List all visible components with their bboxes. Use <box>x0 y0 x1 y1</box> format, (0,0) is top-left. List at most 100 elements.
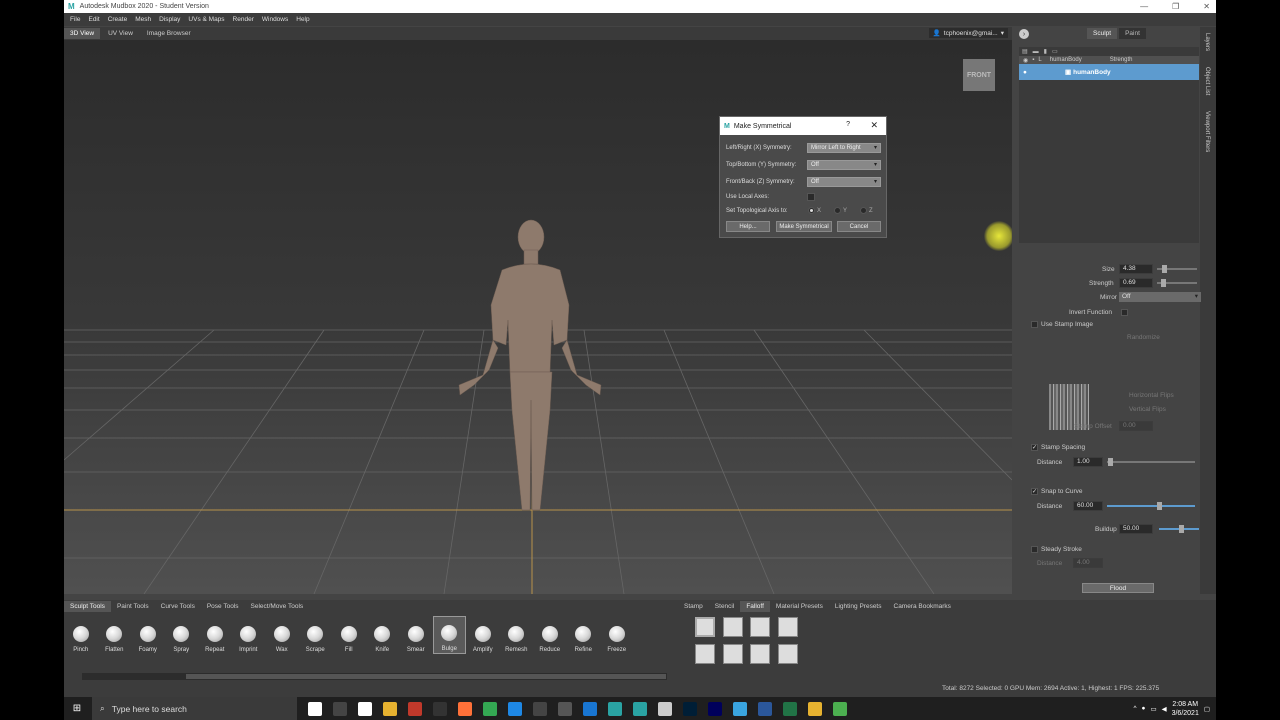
axis-z-radio[interactable]: Z <box>860 207 873 214</box>
user-account-dropdown[interactable]: 👤 tcphoenix@gmai... ▾ <box>928 28 1008 38</box>
volume-icon[interactable]: ◀ <box>1162 705 1167 713</box>
tool-reduce[interactable]: Reduce <box>533 616 567 654</box>
clock[interactable]: 2:08 AM 3/6/2021 <box>1172 700 1199 718</box>
taskbar-app-icon[interactable] <box>808 701 822 716</box>
expand-arrow-icon[interactable]: › <box>1019 29 1029 39</box>
taskbar-app-icon[interactable] <box>433 701 447 716</box>
minimize-icon[interactable]: — <box>1140 2 1148 11</box>
falloff-preset-8[interactable] <box>778 644 798 664</box>
view-cube[interactable]: FRONT <box>963 59 995 91</box>
snap-distance-field[interactable]: 60.00 <box>1073 501 1103 511</box>
tool-smear[interactable]: Smear <box>399 616 433 654</box>
scrollbar-thumb[interactable] <box>186 674 666 679</box>
snap-to-curve-checkbox[interactable]: ✓ <box>1031 488 1038 495</box>
spacing-distance-slider[interactable] <box>1107 458 1195 466</box>
z-symmetry-select[interactable]: Off <box>807 177 881 187</box>
taskbar-app-icon[interactable] <box>758 701 772 716</box>
maximize-icon[interactable]: ❐ <box>1172 2 1179 11</box>
delete-icon[interactable]: ▮ <box>1044 48 1047 55</box>
falloff-preset-4[interactable] <box>778 617 798 637</box>
taskbar-app-icon[interactable] <box>633 701 647 716</box>
taskbar-app-icon[interactable] <box>483 701 497 716</box>
layer-row-selected[interactable]: ● ▣ humanBody <box>1019 64 1199 80</box>
tab-falloff[interactable]: Falloff <box>740 601 770 612</box>
close-icon[interactable]: ✕ <box>870 120 878 131</box>
notifications-icon[interactable]: ▢ <box>1204 705 1210 713</box>
falloff-preset-7[interactable] <box>750 644 770 664</box>
local-axes-checkbox[interactable] <box>807 193 815 201</box>
tool-scrape[interactable]: Scrape <box>299 616 333 654</box>
falloff-preset-3[interactable] <box>750 617 770 637</box>
cancel-button[interactable]: Cancel <box>837 221 881 232</box>
tab-stencil[interactable]: Stencil <box>709 601 741 612</box>
slider-handle[interactable] <box>1157 502 1162 510</box>
flood-button[interactable]: Flood <box>1082 583 1154 593</box>
windows-start-icon[interactable]: ⊞ <box>70 697 84 720</box>
tool-freeze[interactable]: Freeze <box>600 616 634 654</box>
menu-display[interactable]: Display <box>159 16 180 23</box>
taskbar-app-icon[interactable] <box>708 701 722 716</box>
tool-knife[interactable]: Knife <box>366 616 400 654</box>
merge-icon[interactable]: ▭ <box>1052 48 1058 55</box>
side-tab-object-list[interactable]: Object List <box>1204 67 1210 95</box>
snap-distance-slider[interactable] <box>1107 502 1195 510</box>
strength-field[interactable]: 0.69 <box>1119 278 1153 288</box>
tool-amplify[interactable]: Amplify <box>466 616 500 654</box>
buildup-field[interactable]: 50.00 <box>1119 524 1153 534</box>
tool-repeat[interactable]: Repeat <box>198 616 232 654</box>
microphone-icon[interactable]: ● <box>1142 705 1146 712</box>
visibility-dot-icon[interactable]: ● <box>1023 69 1027 76</box>
new-layer-icon[interactable]: ▤ <box>1022 48 1028 55</box>
slider-handle[interactable] <box>1108 458 1113 466</box>
menu-help[interactable]: Help <box>296 16 309 23</box>
tool-bulge[interactable]: Bulge <box>432 616 466 654</box>
tab-paint[interactable]: Paint <box>1119 28 1146 39</box>
strength-slider[interactable] <box>1157 279 1197 287</box>
tool-spray[interactable]: Spray <box>165 616 199 654</box>
tool-foamy[interactable]: Foamy <box>131 616 165 654</box>
mirror-select[interactable]: Off <box>1119 292 1201 302</box>
side-tab-layers[interactable]: Layers <box>1204 33 1210 51</box>
use-stamp-checkbox[interactable] <box>1031 321 1038 328</box>
taskbar-app-icon[interactable] <box>358 701 372 716</box>
size-slider[interactable] <box>1157 265 1197 273</box>
falloff-preset-1[interactable] <box>695 617 715 637</box>
tab-select-move-tools[interactable]: Select/Move Tools <box>245 601 310 612</box>
taskbar-app-icon[interactable] <box>333 701 347 716</box>
menu-mesh[interactable]: Mesh <box>135 16 151 23</box>
folder-icon[interactable]: ▬ <box>1033 49 1039 55</box>
tab-pose-tools[interactable]: Pose Tools <box>201 601 245 612</box>
taskbar-app-icon[interactable] <box>683 701 697 716</box>
tab-material-presets[interactable]: Material Presets <box>770 601 829 612</box>
network-icon[interactable]: ▭ <box>1150 705 1156 713</box>
help-icon[interactable]: ? <box>846 121 850 128</box>
taskbar-app-icon[interactable] <box>383 701 397 716</box>
y-symmetry-select[interactable]: Off <box>807 160 881 170</box>
falloff-preset-6[interactable] <box>723 644 743 664</box>
taskbar-app-icon[interactable] <box>508 701 522 716</box>
taskbar-app-icon[interactable] <box>608 701 622 716</box>
tab-lighting-presets[interactable]: Lighting Presets <box>829 601 888 612</box>
size-field[interactable]: 4.38 <box>1119 264 1153 274</box>
tab-uv-view[interactable]: UV View <box>102 28 139 39</box>
menu-edit[interactable]: Edit <box>88 16 99 23</box>
taskbar-search[interactable]: ⌕ Type here to search <box>92 697 297 720</box>
slider-handle[interactable] <box>1179 525 1184 533</box>
close-icon[interactable]: ✕ <box>1203 2 1210 11</box>
taskbar-app-icon[interactable] <box>533 701 547 716</box>
tab-curve-tools[interactable]: Curve Tools <box>155 601 201 612</box>
side-tab-viewport-filters[interactable]: Viewport Filters <box>1204 111 1210 152</box>
tool-pinch[interactable]: Pinch <box>64 616 98 654</box>
menu-file[interactable]: File <box>70 16 80 23</box>
tool-remesh[interactable]: Remesh <box>500 616 534 654</box>
tool-tray-scrollbar[interactable] <box>82 673 667 680</box>
tab-image-browser[interactable]: Image Browser <box>141 28 197 39</box>
axis-x-radio[interactable]: X <box>808 207 821 214</box>
taskbar-app-icon[interactable] <box>783 701 797 716</box>
tab-sculpt[interactable]: Sculpt <box>1087 28 1118 39</box>
slider-handle[interactable] <box>1161 279 1166 287</box>
chevron-up-icon[interactable]: ^ <box>1133 705 1136 712</box>
tool-fill[interactable]: Fill <box>332 616 366 654</box>
taskbar-app-icon[interactable] <box>833 701 847 716</box>
taskbar-app-icon[interactable] <box>458 701 472 716</box>
